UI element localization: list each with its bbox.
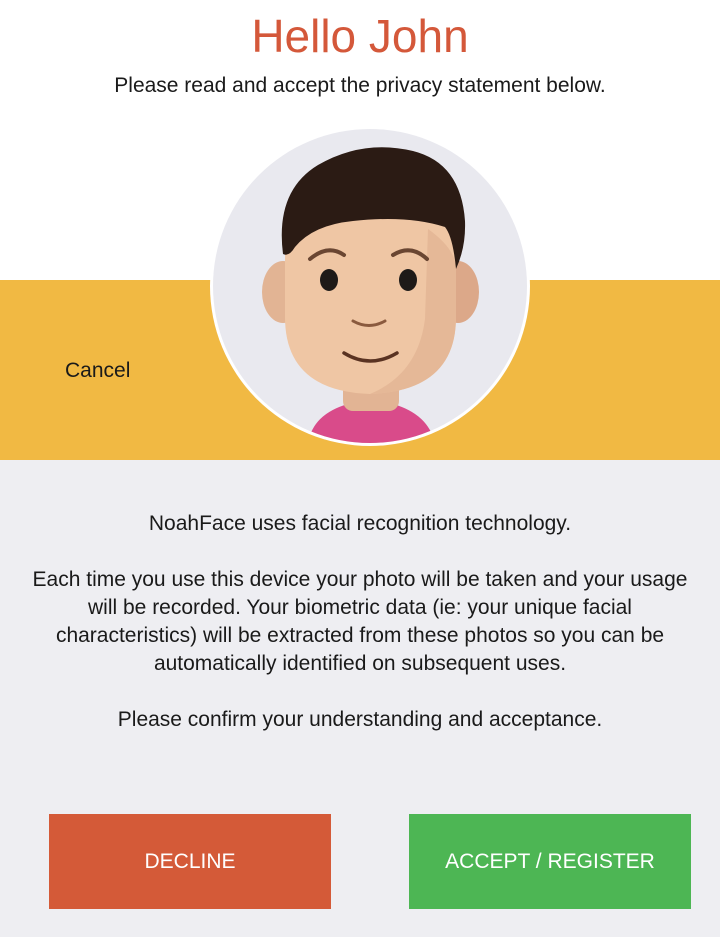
accept-register-button[interactable]: ACCEPT / REGISTER [409,814,691,909]
statement-intro: NoahFace uses facial recognition technol… [148,512,572,535]
decline-button-label: DECLINE [144,849,236,873]
greeting-title: Hello John [251,10,469,62]
decline-button[interactable]: DECLINE [49,814,331,909]
privacy-statement: NoahFace uses facial recognition technol… [30,510,690,762]
privacy-subtitle: Please read and accept the privacy state… [114,74,606,97]
cancel-button[interactable]: Cancel [65,359,130,383]
face-avatar-icon [213,129,527,443]
statement-confirm: Please confirm your understanding and ac… [117,708,603,731]
accept-button-label: ACCEPT / REGISTER [445,849,655,873]
statement-details: Each time you use this device your photo… [32,568,688,675]
